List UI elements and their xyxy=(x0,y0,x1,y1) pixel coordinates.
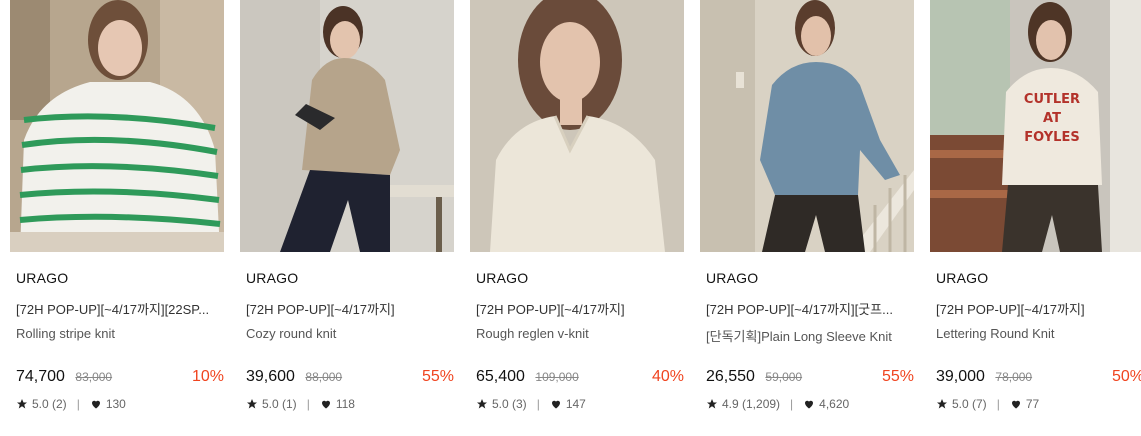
product-card[interactable]: CUTLER AT FOYLES URAGO [72H POP-UP][~4/1… xyxy=(930,0,1141,436)
product-meta: 5.0 (1) | 118 xyxy=(246,397,355,411)
product-tag[interactable]: [72H POP-UP][~4/17까지][굿프... xyxy=(706,299,910,318)
rating-text: 4.9 (1,209) xyxy=(722,397,781,411)
star-icon xyxy=(477,399,487,409)
discount-rate: 40% xyxy=(651,368,684,385)
product-tag[interactable]: [72H POP-UP][~4/17까지] xyxy=(246,299,450,318)
price-row: 65,400 109,000 40% xyxy=(476,368,684,388)
sale-price: 26,550 xyxy=(706,368,755,385)
sale-price: 74,700 xyxy=(16,368,65,385)
star-icon xyxy=(247,399,257,409)
product-brand[interactable]: URAGO xyxy=(16,270,68,286)
product-grid: URAGO [72H POP-UP][~4/17까지][22SP... Roll… xyxy=(0,0,1141,436)
likes-count: 147 xyxy=(565,397,586,411)
meta-divider: | xyxy=(306,397,310,411)
star-icon xyxy=(707,399,717,409)
discount-rate: 55% xyxy=(421,368,454,385)
discount-rate: 50% xyxy=(1111,368,1141,385)
svg-text:AT: AT xyxy=(1043,111,1061,126)
product-meta: 4.9 (1,209) | 4,620 xyxy=(706,397,849,411)
product-image[interactable] xyxy=(10,0,224,252)
meta-divider: | xyxy=(996,397,1000,411)
product-meta: 5.0 (7) | 77 xyxy=(936,397,1039,411)
likes-count: 77 xyxy=(1025,397,1040,411)
svg-text:CUTLER: CUTLER xyxy=(1024,92,1080,107)
rating-text: 5.0 (1) xyxy=(262,397,297,411)
heart-icon[interactable] xyxy=(320,398,332,410)
product-card[interactable]: URAGO [72H POP-UP][~4/17까지][굿프... [단독기획]… xyxy=(700,0,914,436)
original-price: 88,000 xyxy=(305,370,343,384)
meta-divider: | xyxy=(76,397,80,411)
meta-divider: | xyxy=(790,397,794,411)
product-card[interactable]: URAGO [72H POP-UP][~4/17까지] Rough reglen… xyxy=(470,0,684,436)
product-image[interactable] xyxy=(470,0,684,252)
sale-price: 65,400 xyxy=(476,368,525,385)
product-brand[interactable]: URAGO xyxy=(246,270,298,286)
product-meta: 5.0 (3) | 147 xyxy=(476,397,586,411)
likes-count: 118 xyxy=(335,397,355,411)
product-photo-lettering-knit: CUTLER AT FOYLES xyxy=(930,0,1141,252)
original-price: 83,000 xyxy=(75,370,113,384)
product-name[interactable]: Lettering Round Knit xyxy=(936,326,1140,341)
svg-text:FOYLES: FOYLES xyxy=(1024,130,1079,145)
product-name[interactable]: Rough reglen v-knit xyxy=(476,326,680,341)
sale-price: 39,000 xyxy=(936,368,985,385)
price-row: 26,550 59,000 55% xyxy=(706,368,914,388)
original-price: 59,000 xyxy=(765,370,803,384)
product-name[interactable]: Rolling stripe knit xyxy=(16,326,220,341)
product-image[interactable] xyxy=(700,0,914,252)
product-tag[interactable]: [72H POP-UP][~4/17까지] xyxy=(936,299,1140,318)
product-image[interactable] xyxy=(240,0,454,252)
heart-icon[interactable] xyxy=(803,398,815,410)
likes-count: 4,620 xyxy=(819,397,850,411)
product-card[interactable]: URAGO [72H POP-UP][~4/17까지] Cozy round k… xyxy=(240,0,454,436)
original-price: 109,000 xyxy=(535,370,579,384)
product-brand[interactable]: URAGO xyxy=(706,270,758,286)
star-icon xyxy=(17,399,27,409)
product-photo-cozy-knit xyxy=(240,0,454,252)
likes-count: 130 xyxy=(105,397,126,411)
star-icon xyxy=(937,399,947,409)
product-name[interactable]: Cozy round knit xyxy=(246,326,450,341)
product-image[interactable]: CUTLER AT FOYLES xyxy=(930,0,1141,252)
price-row: 74,700 83,000 10% xyxy=(16,368,224,388)
product-brand[interactable]: URAGO xyxy=(936,270,988,286)
price-row: 39,600 88,000 55% xyxy=(246,368,454,388)
meta-divider: | xyxy=(536,397,540,411)
sale-price: 39,600 xyxy=(246,368,295,385)
product-photo-striped-knit xyxy=(10,0,224,252)
discount-rate: 55% xyxy=(881,368,914,385)
heart-icon[interactable] xyxy=(90,398,102,410)
heart-icon[interactable] xyxy=(1010,398,1022,410)
price-row: 39,000 78,000 50% xyxy=(936,368,1141,388)
product-brand[interactable]: URAGO xyxy=(476,270,528,286)
product-name[interactable]: [단독기획]Plain Long Sleeve Knit xyxy=(706,326,910,345)
product-photo-vneck-knit xyxy=(470,0,684,252)
product-tag[interactable]: [72H POP-UP][~4/17까지] xyxy=(476,299,680,318)
product-tag[interactable]: [72H POP-UP][~4/17까지][22SP... xyxy=(16,299,220,318)
discount-rate: 10% xyxy=(191,368,224,385)
product-card[interactable]: URAGO [72H POP-UP][~4/17까지][22SP... Roll… xyxy=(10,0,224,436)
heart-icon[interactable] xyxy=(550,398,562,410)
product-meta: 5.0 (2) | 130 xyxy=(16,397,126,411)
original-price: 78,000 xyxy=(995,370,1033,384)
rating-text: 5.0 (7) xyxy=(952,397,987,411)
rating-text: 5.0 (2) xyxy=(32,397,67,411)
rating-text: 5.0 (3) xyxy=(492,397,527,411)
product-photo-long-sleeve-knit xyxy=(700,0,914,252)
